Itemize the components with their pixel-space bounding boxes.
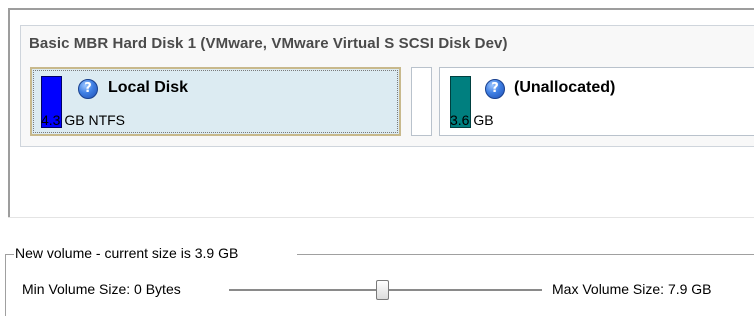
help-icon[interactable]: ? (78, 79, 98, 99)
partition-gap[interactable] (411, 67, 432, 136)
group-border (5, 254, 6, 316)
help-icon[interactable]: ? (485, 79, 505, 99)
partition-size-unallocated: 3.6 GB (450, 112, 494, 128)
disk-map-panel-edge (8, 217, 754, 218)
max-volume-size-label: Max Volume Size: 7.9 GB (552, 281, 712, 297)
group-border (5, 254, 14, 255)
partition-name-unallocated: (Unallocated) (514, 79, 616, 96)
volume-size-slider-thumb[interactable] (376, 280, 389, 300)
partition-name-local: Local Disk (108, 79, 189, 96)
partition-size-local: 4.3 GB NTFS (41, 112, 126, 128)
group-border (297, 254, 754, 255)
min-volume-size-label: Min Volume Size: 0 Bytes (22, 281, 181, 297)
disk-title: Basic MBR Hard Disk 1 (VMware, VMware Vi… (29, 35, 508, 52)
new-volume-legend: New volume - current size is 3.9 GB (15, 245, 242, 261)
